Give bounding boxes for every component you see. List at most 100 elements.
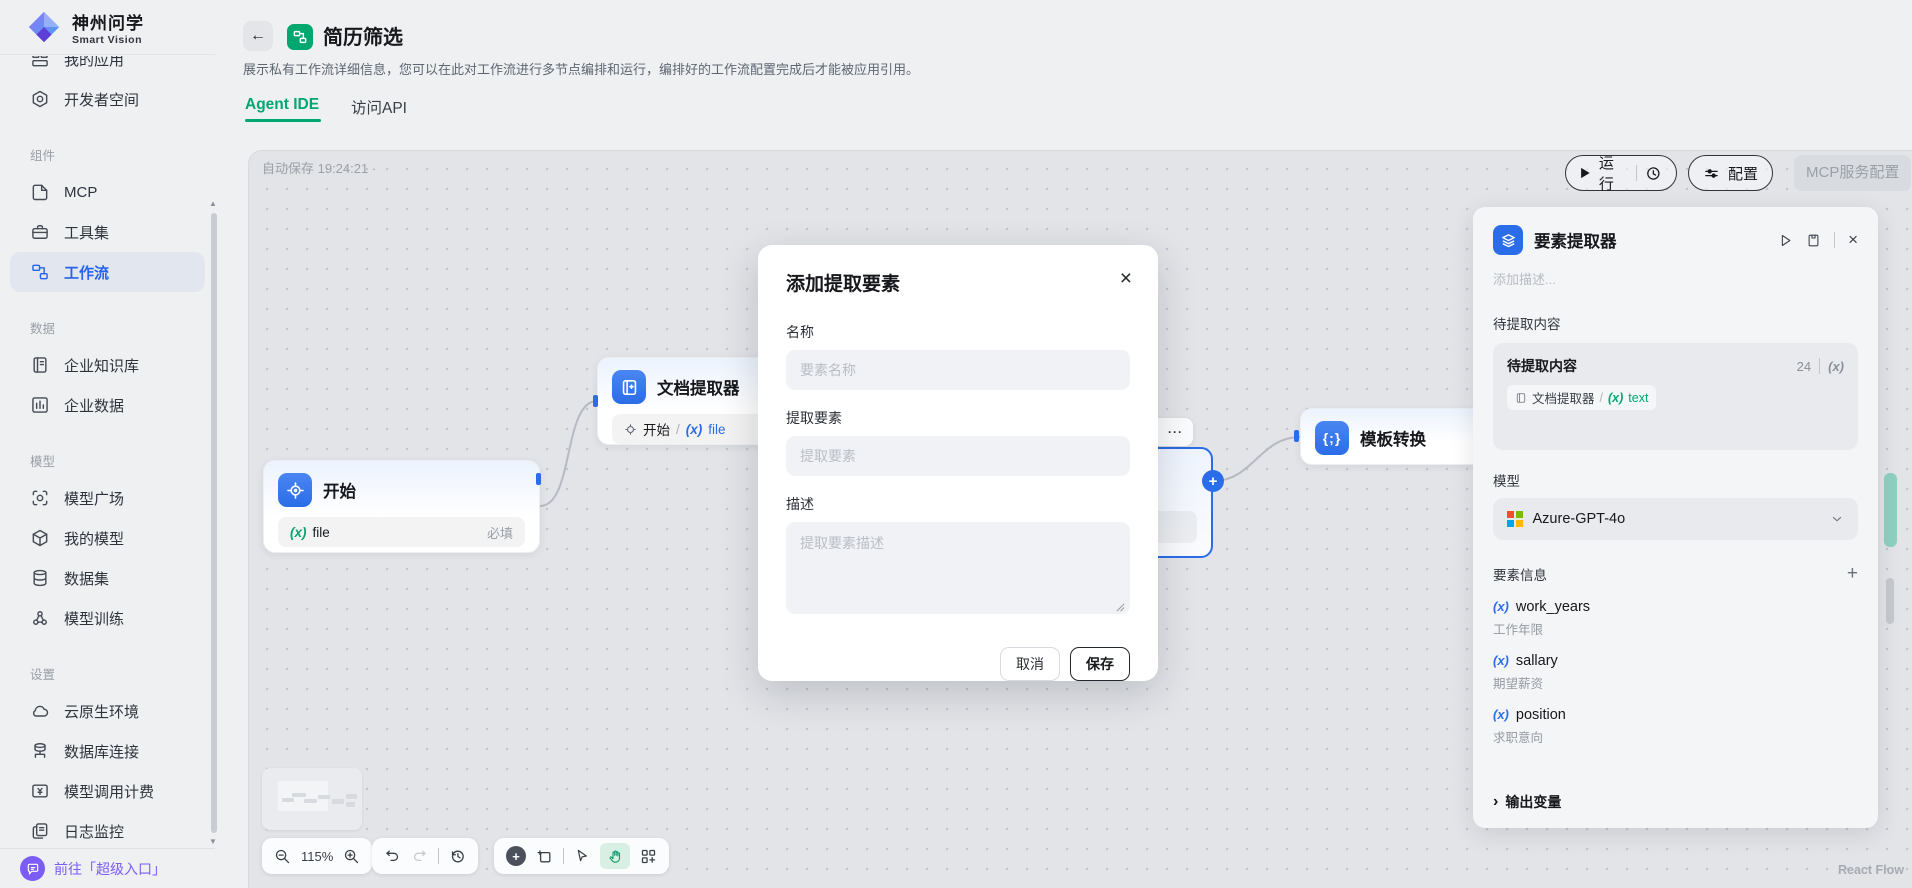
sidebar-item-billing[interactable]: 模型调用计费 (0, 771, 215, 811)
source-variable-tag[interactable]: 文档提取器 / (x) text (1507, 385, 1656, 410)
react-flow-watermark: React Flow (1838, 863, 1904, 877)
start-node-var-row: (x) file 必填 (278, 517, 525, 547)
brand-subtitle: Smart Vision (72, 34, 144, 46)
element-field-label: 提取要素 (786, 408, 1130, 428)
back-button[interactable]: ← (243, 21, 273, 51)
sidebar: 神州问学 Smart Vision 我的应用 开发者空间 组件 MCP 工具集 … (0, 0, 215, 888)
element-name-input[interactable] (786, 350, 1130, 390)
sidebar-item-dataset[interactable]: 数据集 (0, 558, 215, 598)
extract-element-input[interactable] (786, 436, 1130, 476)
elements-section-label: 要素信息 (1493, 564, 1547, 584)
cancel-button[interactable]: 取消 (1000, 647, 1060, 681)
brand-name: 神州问学 (72, 9, 144, 34)
node-more-icon[interactable]: ··· (1168, 425, 1183, 439)
sidebar-item-label: 开发者空间 (64, 89, 139, 110)
sidebar-item-label: MCP (64, 184, 97, 201)
sidebar-item-label: 数据集 (64, 568, 109, 589)
sidebar-item-mcp[interactable]: MCP (0, 172, 215, 212)
sidebar-item-dev-space[interactable]: 开发者空间 (0, 79, 215, 119)
add-next-node-button[interactable]: + (1202, 470, 1224, 492)
variable-icon: (x) (1493, 653, 1509, 668)
tab-api-access[interactable]: 访问API (351, 96, 407, 118)
sidebar-scrollbar-thumb[interactable] (211, 213, 217, 833)
brand-diamond-icon (26, 9, 62, 45)
chevron-right-icon: › (1493, 793, 1498, 811)
variable-icon: (x) (290, 525, 307, 540)
logs-icon (30, 821, 50, 841)
modal-close-icon[interactable]: × (1120, 267, 1132, 291)
scrollbar-down-arrow[interactable]: ▼ (209, 837, 217, 846)
sidebar-item-workflow[interactable]: 工作流 (10, 252, 205, 292)
database-icon (30, 568, 50, 588)
divider (1819, 358, 1820, 374)
resize-grip-icon[interactable] (1116, 603, 1125, 612)
variable-type-icon: (x) (1828, 359, 1844, 374)
sidebar-item-log-monitor[interactable]: 日志监控 (0, 811, 215, 848)
sidebar-item-my-models[interactable]: 我的模型 (0, 518, 215, 558)
panel-title: 要素提取器 (1534, 228, 1767, 252)
sidebar-item-cloud-env[interactable]: 云原生环境 (0, 691, 215, 731)
sidebar-footer-label: 前往「超级入口」 (54, 859, 166, 879)
element-desc: 求职意向 (1493, 727, 1858, 746)
model-value: Azure-GPT-4o (1533, 511, 1626, 527)
slash: / (1600, 391, 1603, 405)
node-start[interactable]: 开始 (x) file 必填 (263, 460, 540, 553)
output-variables-toggle[interactable]: › 输出变量 (1493, 792, 1858, 812)
sidebar-item-model-training[interactable]: 模型训练 (0, 598, 215, 638)
save-label: 保存 (1086, 654, 1114, 674)
sidebar-item-my-apps[interactable]: 我的应用 (0, 56, 215, 79)
panel-desc-placeholder[interactable]: 添加描述... (1493, 269, 1858, 288)
sidebar-item-knowledge-base[interactable]: 企业知识库 (0, 345, 215, 385)
output-variables-label: 输出变量 (1505, 792, 1561, 812)
template-node-icon: {;} (1315, 421, 1349, 455)
element-item-position[interactable]: (x)position 求职意向 (1493, 707, 1858, 746)
brand-logo: 神州问学 Smart Vision (0, 0, 215, 55)
sidebar-item-label: 日志监控 (64, 821, 124, 842)
save-doc-icon[interactable] (1806, 233, 1821, 248)
tab-agent-ide[interactable]: Agent IDE (245, 96, 319, 114)
element-extractor-panel: 要素提取器 × 添加描述... 待提取内容 待提取内容 24 (x) 文档提取器… (1473, 207, 1878, 828)
add-element-button[interactable]: + (1847, 567, 1858, 581)
sidebar-section-model: 模型 (0, 435, 215, 478)
mcp-file-icon (30, 182, 50, 202)
template-input-handle (1294, 430, 1299, 442)
model-plaza-icon (30, 488, 50, 508)
model-select[interactable]: Azure-GPT-4o (1493, 498, 1858, 540)
ref-var-name: file (708, 422, 725, 437)
sidebar-item-label: 模型调用计费 (64, 781, 154, 802)
sidebar-item-label: 我的模型 (64, 528, 124, 549)
apps-grid-icon (30, 56, 50, 69)
sidebar-section-settings: 设置 (0, 648, 215, 691)
canvas-scrollbar-thumb[interactable] (1886, 578, 1894, 624)
element-desc-textarea[interactable] (786, 522, 1130, 614)
element-item-work-years[interactable]: (x)work_years 工作年限 (1493, 599, 1858, 638)
node-title: 模板转换 (1360, 426, 1426, 450)
start-ref-icon (624, 423, 637, 436)
cube-icon (30, 528, 50, 548)
sidebar-item-toolset[interactable]: 工具集 (0, 212, 215, 252)
element-item-sallary[interactable]: (x)sallary 期望薪资 (1493, 653, 1858, 692)
variable-icon: (x) (1493, 707, 1509, 722)
variable-icon: (x) (1493, 599, 1509, 614)
pending-content-card[interactable]: 待提取内容 24 (x) 文档提取器 / (x) text (1493, 343, 1858, 450)
divider (1834, 232, 1835, 248)
sidebar-footer-super-entry[interactable]: 前往「超级入口」 (0, 848, 215, 888)
save-button[interactable]: 保存 (1070, 647, 1130, 681)
scrollbar-up-arrow[interactable]: ▲ (209, 199, 217, 208)
sidebar-item-enterprise-data[interactable]: 企业数据 (0, 385, 215, 425)
tag-node-name: 文档提取器 (1532, 388, 1595, 407)
desc-field-label: 描述 (786, 494, 1130, 514)
element-name: work_years (1516, 599, 1590, 615)
sidebar-item-label: 企业知识库 (64, 355, 139, 376)
sidebar-item-label: 我的应用 (64, 56, 124, 70)
var-name: file (313, 525, 330, 540)
doc-input-handle (593, 395, 598, 407)
ref-node-name: 开始 (643, 419, 670, 439)
tag-var-name: text (1628, 391, 1648, 405)
sidebar-item-db-connection[interactable]: 数据库连接 (0, 731, 215, 771)
sidebar-item-model-plaza[interactable]: 模型广场 (0, 478, 215, 518)
edge-extractor-to-template (1213, 437, 1300, 481)
run-node-icon[interactable] (1778, 233, 1793, 248)
briefcase-icon (30, 222, 50, 242)
panel-close-icon[interactable]: × (1848, 230, 1858, 250)
